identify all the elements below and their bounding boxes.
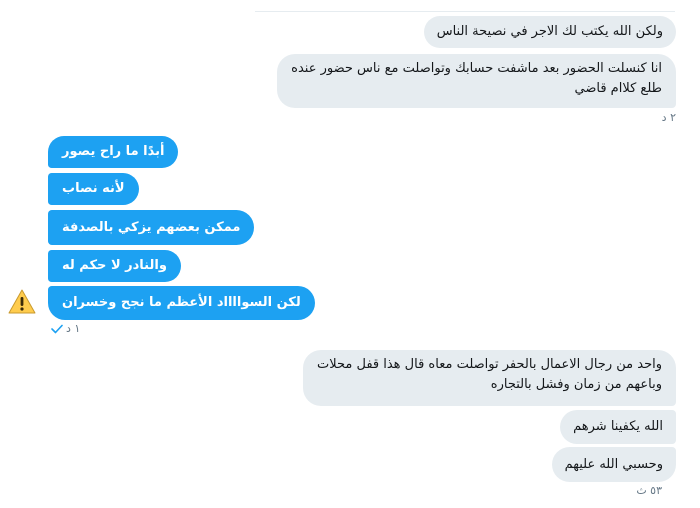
message-text: لأنه نصاب (62, 181, 125, 196)
message-timestamp: ٥٣ ث (636, 484, 662, 497)
message-bubble[interactable]: الله يكفينا شرهم (560, 410, 676, 444)
message-bubble[interactable]: لأنه نصاب (48, 173, 139, 205)
message-text: لكن السوااااد الأعظم ما نجح وخسران (62, 295, 301, 310)
message-bubble[interactable]: ممكن بعضهم يزكي بالصدفة (48, 210, 255, 245)
message-text: أبدًا ما راح يصور (62, 144, 165, 159)
message-timestamp: ٢ د (661, 111, 676, 124)
message-text: طلع كلاام قاضي (574, 81, 663, 96)
message-bubble[interactable]: لكن السوااااد الأعظم ما نجح وخسران (48, 286, 315, 320)
message-text: ممكن بعضهم يزكي بالصدفة (62, 219, 241, 235)
message-bubble[interactable]: وحسبي الله عليهم (551, 447, 676, 482)
message-text: انا كنسلت الحضور بعد ماشفت حسابك وتواصلت… (291, 61, 662, 76)
message-text: والنادر لا حكم له (62, 258, 167, 273)
message-text: واحد من رجال الاعمال بالحفر تواصلت معاه … (317, 357, 662, 372)
message-bubble[interactable]: انا كنسلت الحضور بعد ماشفت حسابك وتواصلت… (277, 54, 676, 108)
message-timestamp: ١ د (66, 322, 81, 335)
message-text: الله يكفينا شرهم (573, 419, 663, 434)
message-text: ولكن الله يكتب لك الاجر في نصيحة الناس (436, 24, 663, 39)
message-bubble[interactable]: واحد من رجال الاعمال بالحفر تواصلت معاه … (303, 350, 676, 406)
message-text: وحسبي الله عليهم (564, 456, 663, 472)
checkmark-icon (51, 324, 63, 334)
divider (255, 11, 675, 12)
message-bubble[interactable]: أبدًا ما راح يصور (48, 136, 179, 168)
message-bubble[interactable]: ولكن الله يكتب لك الاجر في نصيحة الناس (423, 16, 676, 48)
message-bubble[interactable]: والنادر لا حكم له (48, 250, 181, 282)
warning-icon[interactable] (8, 288, 36, 316)
message-text: وباعهم من زمان وفشل بالتجاره (490, 377, 662, 392)
